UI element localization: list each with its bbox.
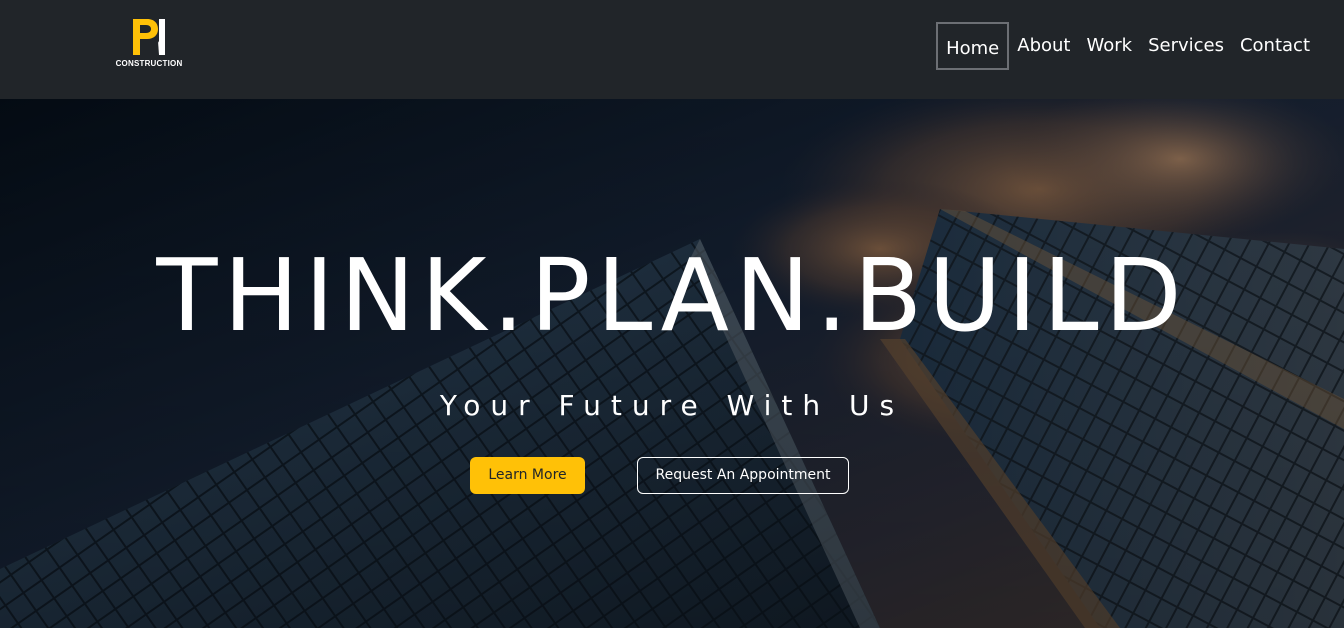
hero-background-image [0,99,1344,628]
nav-item-services[interactable]: Services [1140,22,1232,70]
main-nav: Home About Work Services Contact [936,21,1318,71]
hero-section: THINK.PLAN.BUILD Your Future With Us Lea… [0,99,1344,628]
nav-item-label: Home [946,38,1000,59]
hero-title: THINK.PLAN.BUILD [156,237,1188,354]
request-appointment-button[interactable]: Request An Appointment [637,457,849,494]
brand-logo[interactable]: CONSTRUCTION [112,17,186,73]
hero-subtitle: Your Future With Us [439,389,905,422]
nav-item-label: Services [1148,35,1224,56]
hero-actions: Learn More Request An Appointment [0,457,1344,497]
nav-item-work[interactable]: Work [1078,22,1140,70]
navbar: CONSTRUCTION Home About Work Services Co… [0,0,1344,99]
nav-item-home[interactable]: Home [936,22,1010,70]
nav-item-about[interactable]: About [1009,22,1078,70]
learn-more-button[interactable]: Learn More [470,457,585,494]
nav-item-label: Work [1086,35,1133,56]
logo-text: CONSTRUCTION [115,59,183,68]
nav-item-label: Contact [1239,35,1310,56]
logo-mark-icon [133,19,165,55]
nav-item-label: About [1017,35,1071,56]
nav-item-contact[interactable]: Contact [1232,22,1318,70]
